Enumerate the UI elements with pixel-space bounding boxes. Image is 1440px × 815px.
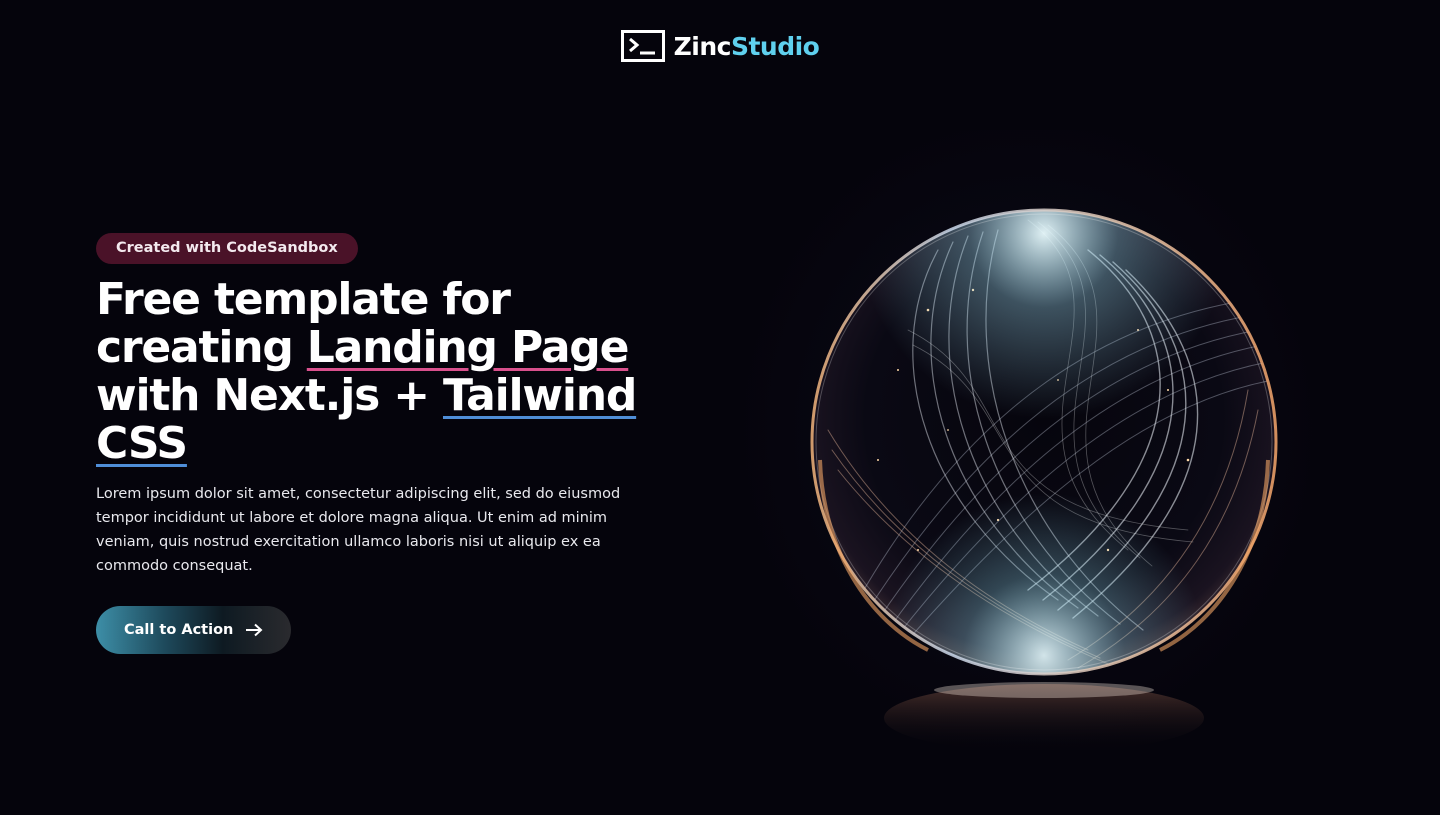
logo-link[interactable]: ZincStudio (620, 30, 820, 62)
call-to-action-button[interactable]: Call to Action (96, 606, 292, 654)
hero-content: Created with CodeSandbox Free template f… (96, 233, 696, 654)
glass-sphere-illustration (728, 130, 1328, 755)
logo-text-zinc: Zinc (673, 31, 732, 61)
landing-page: ZincStudio Created with CodeSandbox Free… (0, 0, 1440, 815)
headline-text-2: with Next.js + (96, 370, 443, 421)
logo-text-studio: Studio (730, 31, 820, 61)
codesandbox-badge: Created with CodeSandbox (96, 233, 358, 264)
sphere-graphic (810, 208, 1278, 752)
arrow-right-icon (246, 623, 263, 637)
headline-highlight-landing-page: Landing Page (306, 322, 630, 373)
hero-headline: Free template for creating Landing Page … (96, 276, 696, 468)
hero-description: Lorem ipsum dolor sit amet, consectetur … (96, 486, 621, 574)
site-header: ZincStudio (0, 30, 1440, 62)
terminal-icon (620, 30, 665, 62)
logo-wordmark: ZincStudio (674, 34, 820, 59)
cta-label: Call to Action (124, 622, 234, 638)
